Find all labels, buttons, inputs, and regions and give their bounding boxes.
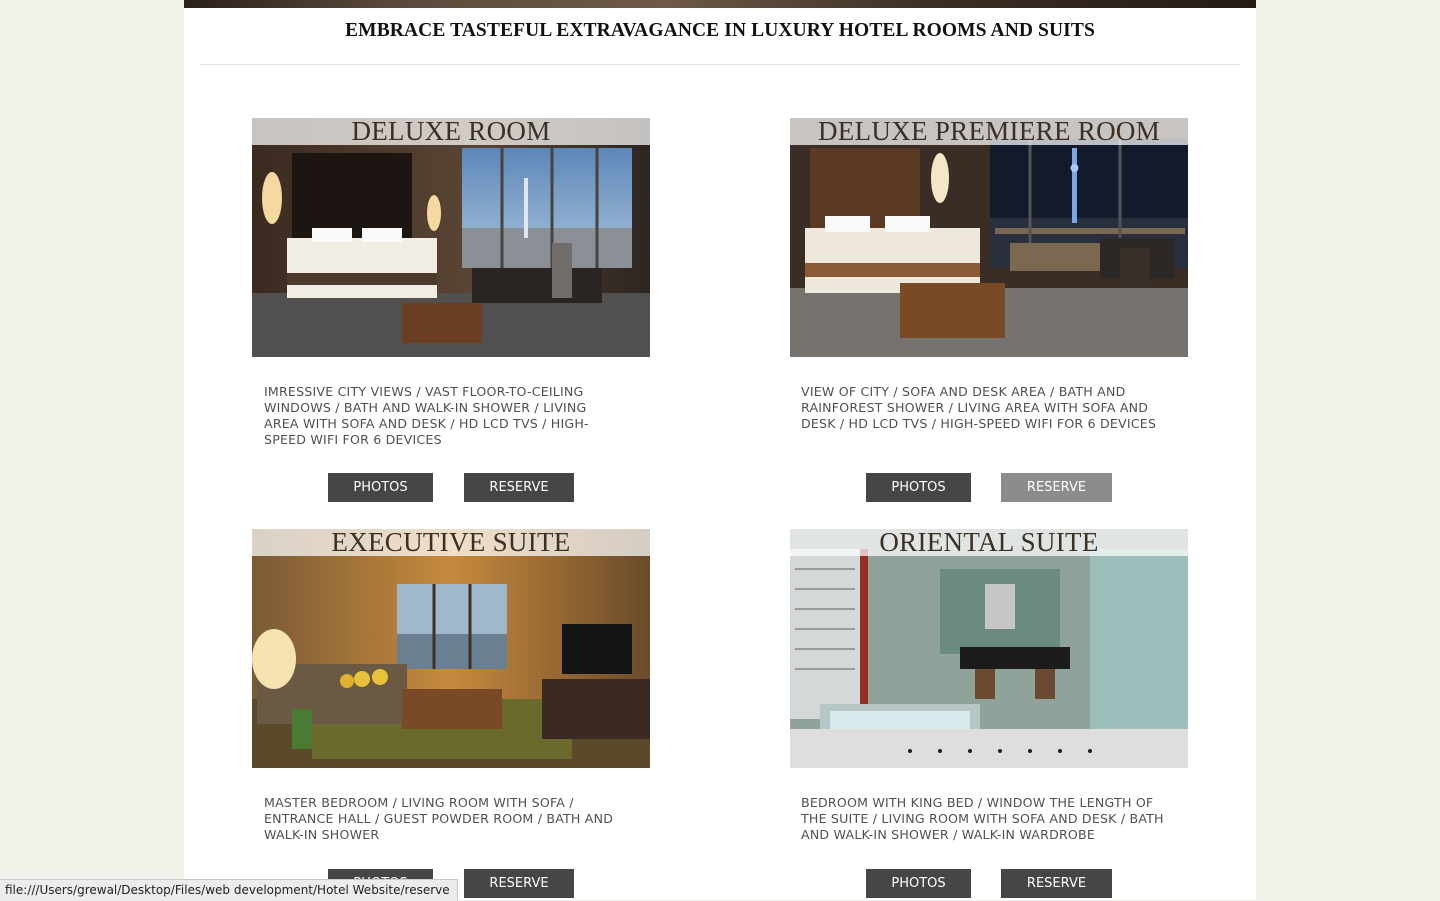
hero-image-bottom-edge: [184, 0, 1256, 8]
reserve-button[interactable]: RESERVE: [1001, 869, 1112, 898]
room-description: IMRESSIVE CITY VIEWS / VAST FLOOR-TO-CEI…: [264, 384, 589, 447]
room-description: VIEW OF CITY / SOFA AND DESK AREA / BATH…: [801, 384, 1157, 431]
room-description: BEDROOM WITH KING BED / WINDOW THE LENGT…: [801, 795, 1164, 842]
page-headline: EMBRACE TASTEFUL EXTRAVAGANCE IN LUXURY …: [345, 20, 1095, 41]
oriental-suite-photo: [790, 529, 1188, 768]
reserve-button[interactable]: RESERVE: [1001, 473, 1112, 502]
photos-button[interactable]: PHOTOS: [866, 869, 971, 898]
executive-suite-photo: [252, 529, 650, 768]
deluxe-room-photo: [252, 118, 650, 357]
page-container: EMBRACE TASTEFUL EXTRAVAGANCE IN LUXURY …: [184, 0, 1256, 900]
room-description: MASTER BEDROOM / LIVING ROOM WITH SOFA /…: [264, 795, 614, 842]
browser-status-bar: file:///Users/grewal/Desktop/Files/web d…: [0, 879, 458, 901]
photos-button[interactable]: PHOTOS: [328, 473, 433, 502]
reserve-button[interactable]: RESERVE: [464, 473, 574, 502]
room-title: EXECUTIVE SUITE: [252, 529, 650, 556]
room-title: DELUXE ROOM: [252, 118, 650, 145]
reserve-button[interactable]: RESERVE: [464, 869, 574, 898]
photos-button[interactable]: PHOTOS: [866, 473, 971, 502]
room-title: DELUXE PREMIERE ROOM: [790, 118, 1188, 145]
room-title: ORIENTAL SUITE: [790, 529, 1188, 556]
headline-divider: [200, 64, 1240, 65]
deluxe-premiere-room-photo: [790, 118, 1188, 357]
